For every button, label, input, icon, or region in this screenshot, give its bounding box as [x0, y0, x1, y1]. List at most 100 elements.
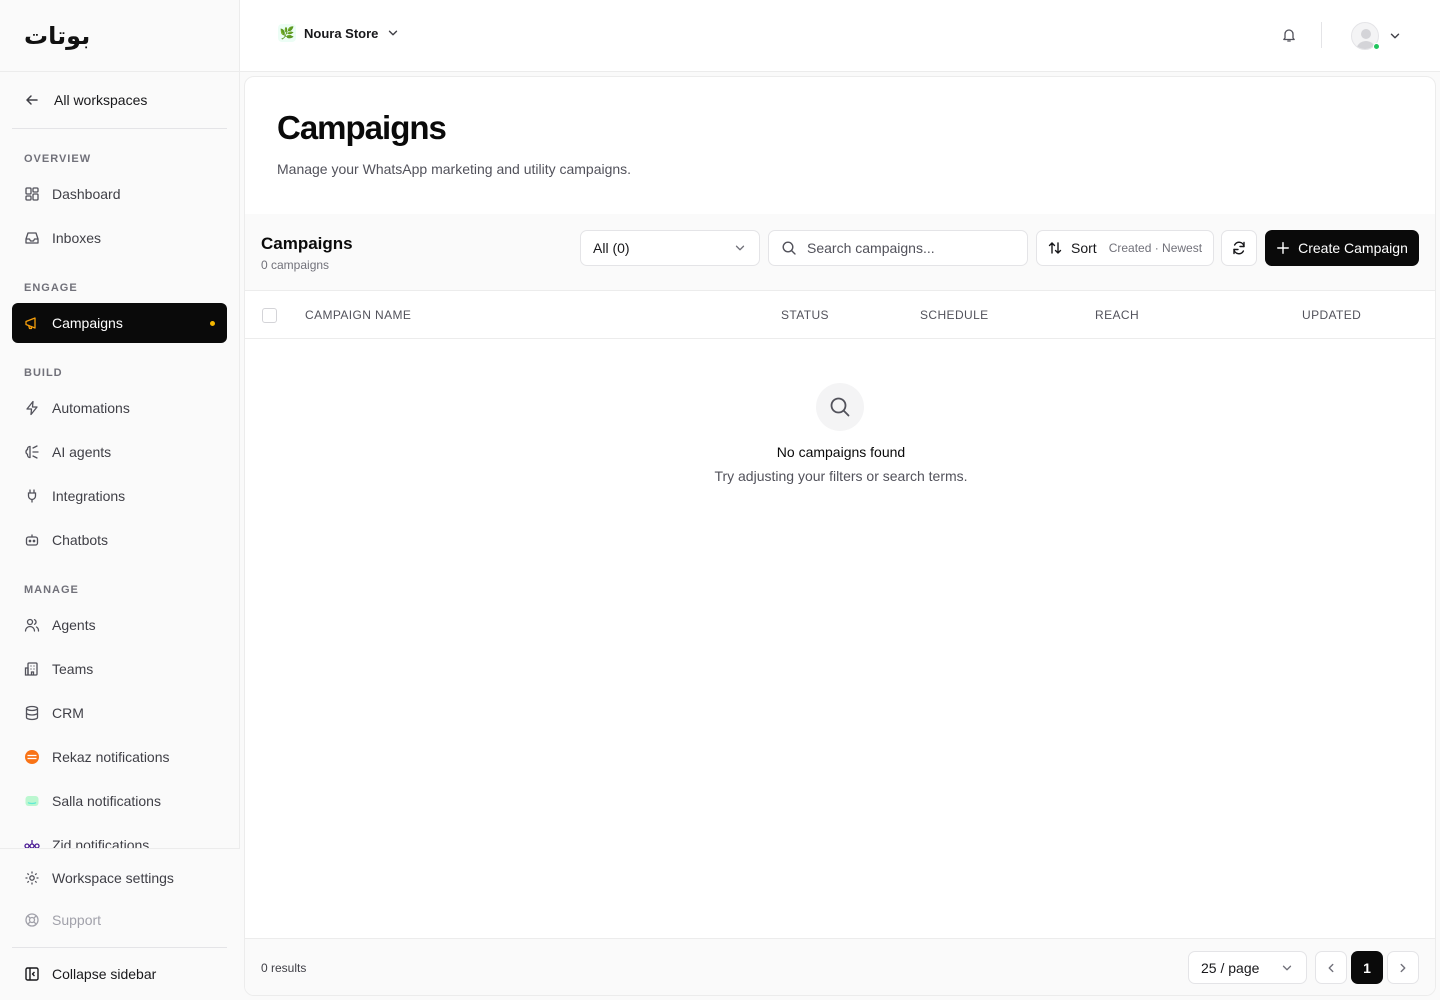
chevron-left-icon	[1328, 963, 1334, 972]
inbox-icon	[25, 232, 39, 244]
campaigns-toolbar: Campaigns 0 campaigns All (0) Sort Creat…	[245, 214, 1435, 291]
sort-label: Sort	[1071, 240, 1097, 256]
dashboard-icon	[25, 187, 39, 201]
sidebar-item-chatbots[interactable]: Chatbots	[12, 520, 227, 560]
previous-page-button[interactable]	[1315, 951, 1347, 984]
sidebar-item-inboxes[interactable]: Inboxes	[12, 218, 227, 258]
sidebar-item-label: Campaigns	[52, 315, 123, 331]
page-subtitle: Manage your WhatsApp marketing and utili…	[277, 161, 632, 177]
salla-logo-icon	[25, 796, 39, 806]
create-campaign-button[interactable]: Create Campaign	[1265, 230, 1419, 266]
page-title: Campaigns	[277, 109, 447, 146]
section-build: BUILD	[24, 367, 63, 379]
active-indicator-dot	[210, 321, 215, 326]
store-name: Noura Store	[304, 25, 379, 41]
sidebar-item-dashboard[interactable]: Dashboard	[12, 174, 227, 214]
sidebar-item-label: Integrations	[52, 488, 126, 504]
logo-row: بوتات	[0, 0, 240, 72]
page-button-current[interactable]: 1	[1351, 951, 1383, 984]
rekaz-logo-icon	[25, 750, 39, 764]
sidebar-item-agents[interactable]: Agents	[12, 605, 227, 645]
table-header: CAMPAIGN NAME STATUS SCHEDULE REACH UPDA…	[245, 291, 1435, 339]
sidebar-item-integrations[interactable]: Integrations	[12, 476, 227, 516]
sidebar-footer: Workspace settings Support Collapse side…	[0, 848, 240, 1000]
collapse-sidebar-label: Collapse sidebar	[52, 966, 157, 982]
select-all-checkbox[interactable]	[262, 308, 277, 323]
column-campaign-name[interactable]: CAMPAIGN NAME	[305, 308, 411, 322]
brand-logo[interactable]: بوتات	[24, 22, 91, 50]
search-box	[768, 230, 1028, 266]
main-panel: Campaigns Manage your WhatsApp marketing…	[244, 76, 1436, 996]
section-overview: OVERVIEW	[24, 153, 92, 165]
sidebar-item-salla-notifications[interactable]: Salla notifications	[12, 781, 227, 821]
column-status[interactable]: STATUS	[781, 308, 829, 322]
table-footer: 0 results 25 / page 1	[245, 938, 1435, 995]
all-workspaces-link[interactable]: All workspaces	[12, 80, 227, 120]
chevron-down-icon	[735, 245, 745, 251]
support-link[interactable]: Support	[12, 900, 227, 940]
divider	[12, 947, 227, 948]
collapse-sidebar-button[interactable]: Collapse sidebar	[12, 954, 227, 994]
column-schedule[interactable]: SCHEDULE	[920, 308, 989, 322]
bell-icon[interactable]	[1281, 27, 1297, 43]
sort-button[interactable]: Sort Created · Newest	[1036, 230, 1214, 266]
online-status-dot	[1373, 43, 1380, 50]
sort-meta: Created · Newest	[1108, 241, 1203, 255]
column-reach[interactable]: REACH	[1095, 308, 1139, 322]
filter-value: All (0)	[593, 240, 630, 256]
plus-icon	[1277, 242, 1290, 254]
sidebar-item-crm[interactable]: CRM	[12, 693, 227, 733]
sidebar-item-label: Inboxes	[52, 230, 102, 246]
sidebar-item-ai-agents[interactable]: AI agents	[12, 432, 227, 472]
divider	[1321, 22, 1322, 48]
empty-state-subtitle: Try adjusting your filters or search ter…	[714, 468, 968, 484]
search-icon	[782, 241, 796, 255]
support-label: Support	[52, 912, 102, 928]
next-page-button[interactable]	[1387, 951, 1419, 984]
page-size-select[interactable]: 25 / page	[1188, 951, 1307, 984]
leaf-icon: 🌿	[278, 24, 296, 42]
building-icon	[24, 662, 38, 676]
megaphone-icon	[25, 317, 36, 330]
sidebar-item-teams[interactable]: Teams	[12, 649, 227, 689]
results-count: 0 results	[261, 961, 307, 975]
sidebar-item-zid-notifications[interactable]: Zid notifications	[12, 825, 227, 849]
sidebar-item-label: Agents	[52, 617, 96, 633]
sort-arrows-icon	[1048, 242, 1062, 254]
sidebar-item-label: Teams	[52, 661, 94, 677]
sidebar-item-campaigns[interactable]: Campaigns	[12, 303, 227, 343]
chevron-right-icon	[1400, 963, 1406, 972]
top-bar: 🌿 Noura Store	[240, 0, 1440, 72]
refresh-button[interactable]	[1221, 230, 1257, 266]
arrow-left-icon	[26, 95, 38, 105]
store-switcher[interactable]: 🌿 Noura Store	[278, 24, 400, 42]
refresh-icon	[1233, 241, 1245, 255]
search-input[interactable]	[807, 240, 1007, 256]
divider	[12, 128, 227, 129]
sidebar-item-label: Salla notifications	[52, 793, 161, 809]
sidebar-item-label: Automations	[52, 400, 130, 416]
sidebar-collapse-icon	[25, 967, 39, 981]
sidebar-item-label: AI agents	[52, 444, 112, 460]
sidebar-nav: بوتات All workspaces OVERVIEW Dashboard …	[0, 0, 240, 849]
page-size-value: 25 / page	[1201, 959, 1260, 976]
users-icon	[24, 618, 40, 632]
chevron-down-icon[interactable]	[1388, 29, 1402, 43]
campaign-count: 0 campaigns	[261, 258, 330, 272]
brain-icon	[25, 445, 39, 459]
all-workspaces-label: All workspaces	[54, 92, 148, 108]
workspace-settings-link[interactable]: Workspace settings	[12, 858, 227, 898]
chevron-down-icon	[389, 30, 398, 36]
workspace-settings-label: Workspace settings	[52, 870, 174, 886]
column-updated[interactable]: UPDATED	[1302, 308, 1361, 322]
sidebar-item-label: Dashboard	[52, 186, 121, 202]
section-title: Campaigns	[261, 234, 353, 253]
sidebar-item-automations[interactable]: Automations	[12, 388, 227, 428]
section-engage: ENGAGE	[24, 282, 78, 294]
sidebar-item-rekaz-notifications[interactable]: Rekaz notifications	[12, 737, 227, 777]
status-filter-select[interactable]: All (0)	[580, 230, 760, 266]
chevron-down-icon	[1282, 965, 1292, 970]
bot-icon	[25, 534, 39, 546]
empty-state-title: No campaigns found	[776, 444, 906, 460]
section-manage: MANAGE	[24, 584, 79, 596]
